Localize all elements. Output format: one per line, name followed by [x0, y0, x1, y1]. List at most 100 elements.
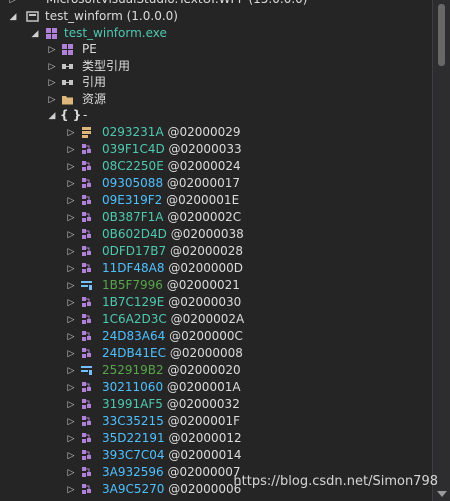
- type-name: 08C2250E: [102, 159, 164, 173]
- tree-row-namespace[interactable]: ◢ { } -: [0, 107, 432, 124]
- expand-arrow-icon[interactable]: ▷: [66, 128, 76, 138]
- scrollbar-thumb[interactable]: [438, 4, 445, 66]
- type-row[interactable]: ▷ 0B602D4D @02000038: [0, 226, 432, 243]
- expand-arrow-icon[interactable]: ▷: [66, 264, 76, 274]
- expand-arrow-icon[interactable]: ▷: [66, 281, 76, 291]
- assembly-version: (1.0.0.0): [126, 9, 178, 23]
- expand-arrow-icon[interactable]: ▷: [66, 400, 76, 410]
- expand-arrow-icon[interactable]: ▷: [47, 62, 57, 72]
- type-token: @0200001E: [166, 193, 240, 207]
- type-row[interactable]: ▷ 24D83A64 @0200000C: [0, 328, 432, 345]
- expand-arrow-icon[interactable]: ▷: [66, 434, 76, 444]
- type-label: 3A932596 @02000007: [102, 464, 241, 481]
- tree-row-resources[interactable]: ▷ 资源: [0, 91, 432, 108]
- expand-arrow-icon[interactable]: ▷: [47, 45, 57, 55]
- type-token: @0200002C: [167, 210, 242, 224]
- type-row[interactable]: ▷ 0B387F1A @0200002C: [0, 209, 432, 226]
- type-row[interactable]: ▷ 039F1C4D @02000033: [0, 141, 432, 158]
- expand-arrow-icon[interactable]: ▷: [66, 162, 76, 172]
- tree-row-prev-assembly[interactable]: ▷ MicrosoftVisualStudio.TextUI.WPF (15.0…: [0, 0, 432, 8]
- type-name: 252919B2: [102, 363, 164, 377]
- class-icon: [80, 415, 93, 428]
- type-row[interactable]: ▷ 0DFD17B7 @02000028: [0, 243, 432, 260]
- type-row[interactable]: ▷ 31991AF5 @02000032: [0, 396, 432, 413]
- type-row[interactable]: ▷ 252919B2 @02000020: [0, 362, 432, 379]
- expand-arrow-icon[interactable]: ▷: [66, 145, 76, 155]
- collapse-arrow-icon[interactable]: ◢: [47, 111, 57, 121]
- expand-arrow-icon[interactable]: ▷: [66, 366, 76, 376]
- type-label: 0DFD17B7 @02000028: [102, 243, 243, 260]
- type-name: 0B602D4D: [102, 227, 167, 241]
- vertical-scrollbar[interactable]: [432, 0, 450, 501]
- type-row[interactable]: ▷ 33C35215 @0200001F: [0, 413, 432, 430]
- tree-row-pe[interactable]: ▷ PE: [0, 41, 432, 58]
- expand-arrow-icon[interactable]: ▷: [66, 383, 76, 393]
- type-label: 09E319F2 @0200001E: [102, 192, 239, 209]
- expand-arrow-icon[interactable]: ▷: [66, 332, 76, 342]
- class-icon: [80, 228, 93, 241]
- type-row[interactable]: ▷ 1B5F7996 @02000021: [0, 277, 432, 294]
- type-row[interactable]: ▷ 30211060 @0200001A: [0, 379, 432, 396]
- expand-arrow-icon[interactable]: ▷: [47, 95, 57, 105]
- type-token: @02000038: [170, 227, 244, 241]
- expand-arrow-icon[interactable]: ▷: [66, 349, 76, 359]
- type-row[interactable]: ▷ 24DB41EC @02000008: [0, 345, 432, 362]
- expand-arrow-icon[interactable]: ▷: [66, 468, 76, 478]
- type-row[interactable]: ▷ 09E319F2 @0200001E: [0, 192, 432, 209]
- type-row[interactable]: ▷ 08C2250E @02000024: [0, 158, 432, 175]
- type-token: @02000030: [168, 295, 242, 309]
- type-token: @02000006: [168, 482, 242, 496]
- namespace-label: -: [83, 108, 88, 122]
- type-row[interactable]: ▷ 11DF48A8 @0200000D: [0, 260, 432, 277]
- module-icon: [45, 27, 58, 40]
- type-label: 1B7C129E @02000030: [102, 294, 241, 311]
- tree-row-assembly[interactable]: ◢ test_winform (1.0.0.0): [0, 8, 432, 25]
- expand-arrow-icon[interactable]: ▷: [66, 213, 76, 223]
- type-name: 039F1C4D: [102, 142, 165, 156]
- expand-arrow-icon[interactable]: ▷: [66, 485, 76, 495]
- expand-arrow-icon[interactable]: ▷: [66, 230, 76, 240]
- expand-arrow-icon[interactable]: ▷: [66, 417, 76, 427]
- expand-arrow-icon[interactable]: ▷: [47, 78, 57, 88]
- tree-row-type-refs[interactable]: ▷ 类型引用: [0, 58, 432, 75]
- type-label: 24DB41EC @02000008: [102, 345, 243, 362]
- class-icon: [80, 143, 93, 156]
- type-name: 1B5F7996: [102, 278, 163, 292]
- tree-row-module[interactable]: ◢ test_winform.exe: [0, 25, 432, 42]
- type-row[interactable]: ▷ 35D22191 @02000012: [0, 430, 432, 447]
- folder-icon: [61, 93, 74, 106]
- type-row[interactable]: ▷ 09305088 @02000017: [0, 175, 432, 192]
- reference-icon: [61, 60, 74, 73]
- expand-arrow-icon[interactable]: ▷: [66, 179, 76, 189]
- enum-icon: [80, 364, 93, 377]
- class-icon: [80, 177, 93, 190]
- resources-label: 资源: [82, 92, 107, 106]
- collapse-arrow-icon[interactable]: ◢: [8, 12, 18, 22]
- type-row[interactable]: ▷ 393C7C04 @02000014: [0, 447, 432, 464]
- expand-arrow-icon[interactable]: ▷: [66, 451, 76, 461]
- type-row[interactable]: ▷ 1C6A2D3C @0200002A: [0, 311, 432, 328]
- pe-label: PE: [82, 42, 97, 56]
- class-icon: [80, 211, 93, 224]
- pe-icon: [61, 43, 74, 56]
- type-name: 3A9C5270: [102, 482, 165, 496]
- type-row[interactable]: ▷ 0293231A @02000029: [0, 124, 432, 141]
- class-icon: [80, 347, 93, 360]
- type-row[interactable]: ▷ 1B7C129E @02000030: [0, 294, 432, 311]
- type-label: 252919B2 @02000020: [102, 362, 241, 379]
- module-label: test_winform.exe: [64, 26, 167, 40]
- scroll-down-arrow-icon[interactable]: [437, 491, 447, 497]
- expand-arrow-icon[interactable]: ▷: [66, 196, 76, 206]
- collapse-arrow-icon[interactable]: ◢: [30, 29, 40, 39]
- expand-arrow-icon[interactable]: ▷: [66, 247, 76, 257]
- expand-arrow-icon[interactable]: ▷: [66, 298, 76, 308]
- expand-arrow-icon[interactable]: ▷: [8, 0, 18, 5]
- class-icon: [80, 483, 93, 496]
- expand-arrow-icon[interactable]: ▷: [66, 315, 76, 325]
- class-icon: [80, 466, 93, 479]
- type-label: 09305088 @02000017: [102, 175, 240, 192]
- type-token: @02000032: [166, 397, 240, 411]
- type-name: 33C35215: [102, 414, 164, 428]
- tree-row-refs[interactable]: ▷ 引用: [0, 74, 432, 91]
- type-name: 0B387F1A: [102, 210, 164, 224]
